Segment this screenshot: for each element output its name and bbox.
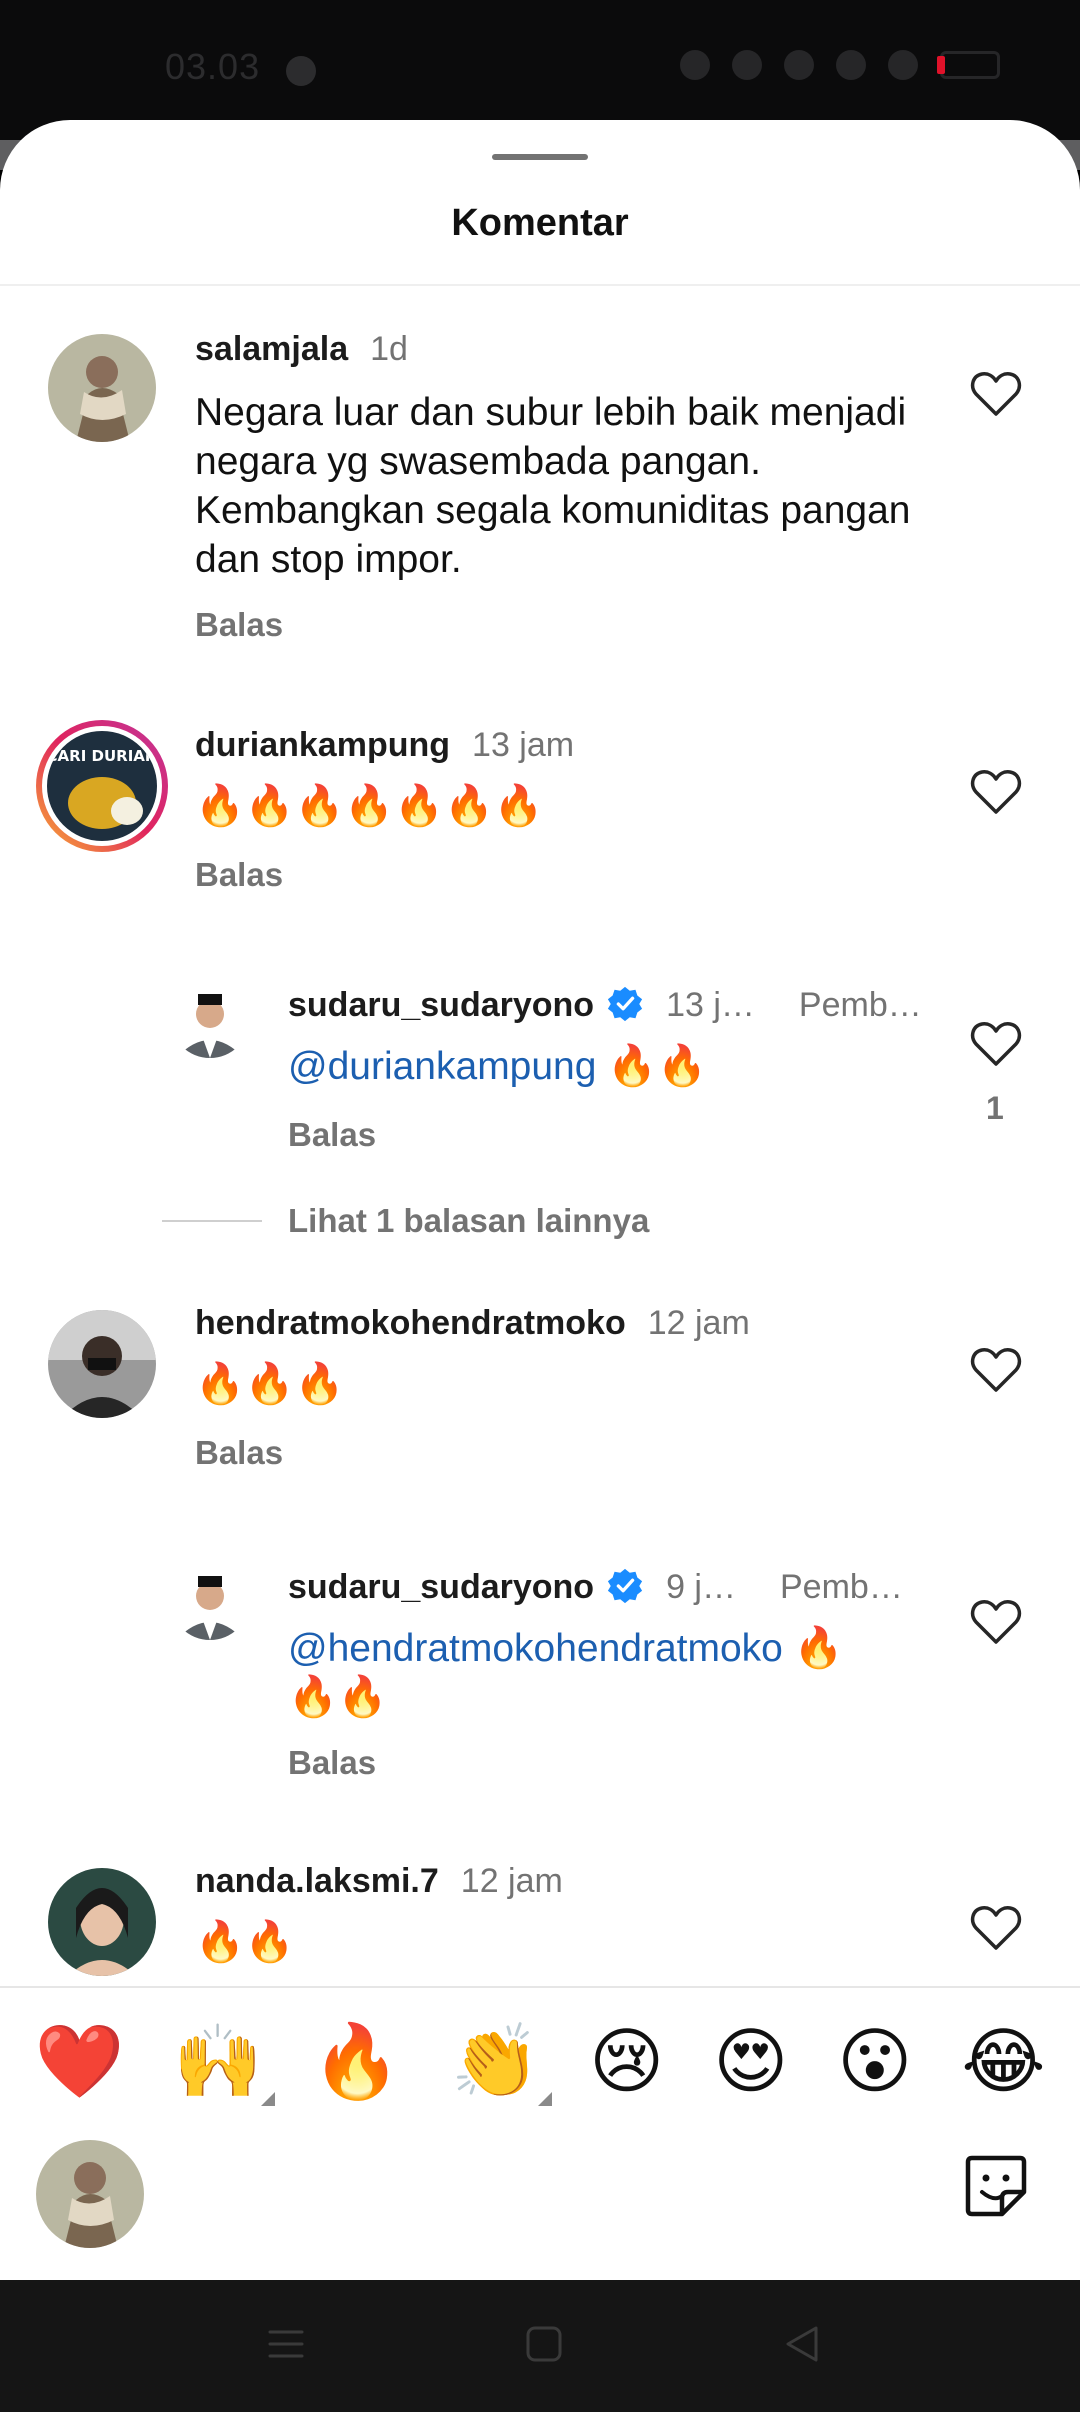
avatar-story-ring[interactable]: CARI DURIAN — [36, 720, 168, 852]
comment-text: @hendratmokohendratmoko 🔥 🔥🔥 — [288, 1624, 908, 1722]
emoji-surprised[interactable]: 😮 — [837, 2026, 912, 2098]
verified-badge-icon — [607, 986, 643, 1022]
home-square-icon[interactable] — [524, 2324, 564, 2364]
signal-icon — [836, 50, 866, 80]
avatar[interactable] — [48, 1310, 156, 1418]
more-replies-line — [162, 1220, 262, 1222]
bluetooth-icon — [784, 50, 814, 80]
like-count: 1 — [986, 1090, 1004, 1126]
pinned-label: Pemb… — [780, 1568, 903, 1606]
skin-tone-indicator — [538, 2092, 553, 2106]
timestamp: 12 jam — [460, 1862, 563, 1900]
comment-text: @duriankampung 🔥🔥 — [288, 1042, 707, 1091]
wifi-icon — [888, 50, 918, 80]
avatar[interactable] — [48, 334, 156, 442]
pinned-label: Pemb… — [798, 986, 922, 1024]
status-bar: 03.03 — [0, 0, 1080, 140]
username[interactable]: sudaru_sudaryono — [288, 986, 594, 1025]
emoji-fire[interactable]: 🔥 — [312, 2026, 402, 2098]
emoji-crying[interactable]: 😢 — [589, 2026, 664, 2098]
timestamp: 13 j… — [666, 986, 755, 1024]
timestamp: 1d — [370, 330, 408, 368]
battery-icon — [937, 51, 1000, 79]
emoji-raising-hands-glyph: 🙌 — [173, 2022, 263, 2102]
emoji-clapping-glyph: 👏 — [450, 2022, 541, 2102]
comment-text: 🔥🔥🔥 — [195, 1362, 345, 1406]
reply-button[interactable]: Balas — [288, 1744, 376, 1782]
username[interactable]: duriankampung — [195, 726, 450, 765]
reply-button[interactable]: Balas — [195, 606, 283, 644]
more-replies-text: Lihat 1 balasan lainnya — [288, 1202, 650, 1239]
reply-button[interactable]: Balas — [195, 856, 283, 894]
avatar[interactable] — [170, 1560, 250, 1640]
sheet-title: Komentar — [451, 202, 629, 244]
menu-icon[interactable] — [266, 2324, 306, 2364]
username[interactable]: nanda.laksmi.7 — [195, 1862, 439, 1901]
verified-badge-icon — [607, 1568, 643, 1604]
emoji-quick-bar: ❤️ 🙌 🔥 👏 😢 😍 😮 😂 — [0, 1992, 1080, 2132]
heart-outline-icon[interactable] — [970, 1020, 1022, 1068]
comment-header: sudaru_sudaryono 13 j… Pemb… — [288, 978, 922, 1025]
heart-outline-icon[interactable] — [970, 1904, 1022, 1952]
emoji-heart[interactable]: ❤️ — [35, 2026, 125, 2098]
durian-avatar-image: CARI DURIAN — [47, 731, 157, 841]
comment-header: nanda.laksmi.7 12 jam — [195, 1862, 563, 1901]
comment-header: sudaru_sudaryono 9 j… Pemb… — [288, 1560, 903, 1607]
status-icons — [680, 50, 1000, 80]
heart-outline-icon[interactable] — [970, 1598, 1022, 1646]
messenger-icon — [286, 56, 316, 86]
current-user-avatar — [36, 2140, 144, 2248]
comment-text: 🔥🔥 — [195, 1920, 295, 1964]
timestamp: 13 jam — [472, 726, 575, 764]
status-time: 03.03 — [165, 46, 261, 87]
heart-outline-icon[interactable] — [970, 1346, 1022, 1394]
comment-header: duriankampung 13 jam — [195, 726, 574, 765]
drag-handle[interactable] — [492, 154, 588, 160]
comment-emoji: 🔥🔥 — [288, 1675, 388, 1719]
reply-button[interactable]: Balas — [195, 1434, 283, 1472]
heart-outline-icon[interactable] — [970, 370, 1022, 418]
emoji-heart-eyes[interactable]: 😍 — [713, 2026, 788, 2098]
reply-button[interactable]: Balas — [288, 1116, 376, 1154]
comment-emoji: 🔥 — [793, 1626, 844, 1670]
avatar[interactable] — [48, 1868, 156, 1976]
sticker-icon[interactable] — [962, 2152, 1030, 2220]
username[interactable]: hendratmokohendratmoko — [195, 1304, 626, 1343]
comment-text: Negara luar dan subur lebih baik menjadi… — [195, 391, 911, 581]
emoji-raising-hands[interactable]: 🙌 — [173, 2026, 275, 2106]
timestamp: 9 j… — [666, 1568, 736, 1606]
back-triangle-icon[interactable] — [782, 2324, 822, 2364]
comment-emoji: 🔥🔥 — [607, 1044, 707, 1088]
username[interactable]: salamjala — [195, 330, 348, 369]
emoji-clapping[interactable]: 👏 — [450, 2026, 553, 2106]
skin-tone-indicator — [260, 2092, 275, 2106]
comment-header: salamjala 1d — [195, 330, 408, 369]
view-more-replies[interactable]: Lihat 1 balasan lainnya — [162, 1202, 649, 1240]
comment-header: hendratmokohendratmoko 12 jam — [195, 1304, 750, 1343]
timestamp: 12 jam — [647, 1304, 750, 1342]
username[interactable]: sudaru_sudaryono — [288, 1568, 594, 1607]
avatar[interactable] — [170, 978, 250, 1058]
alarm-icon — [680, 50, 710, 80]
mute-icon — [732, 50, 762, 80]
divider — [0, 1986, 1080, 1988]
comments-sheet: Komentar salamjala 1d Negara luar dan su… — [0, 120, 1080, 2280]
comment-text: 🔥🔥🔥🔥🔥🔥🔥 — [195, 784, 544, 828]
system-nav-bar — [0, 2280, 1080, 2412]
divider — [0, 284, 1080, 286]
emoji-laughing[interactable]: 😂 — [961, 2026, 1045, 2098]
mention-link[interactable]: @duriankampung — [288, 1045, 596, 1088]
heart-outline-icon[interactable] — [970, 768, 1022, 816]
svg-text:CARI DURIAN: CARI DURIAN — [47, 747, 157, 765]
mention-link[interactable]: @hendratmokohendratmoko — [288, 1627, 783, 1670]
